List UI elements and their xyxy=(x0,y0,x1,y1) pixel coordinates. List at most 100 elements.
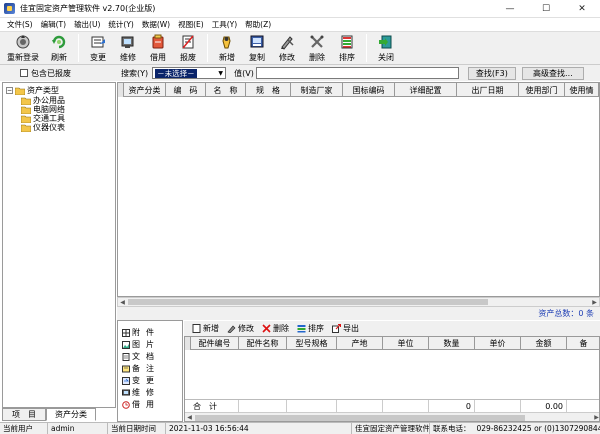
collapse-icon[interactable]: − xyxy=(6,87,13,94)
repair-icon xyxy=(122,389,130,395)
menu-statistics[interactable]: 统计(Y) xyxy=(104,19,137,30)
column-header[interactable]: 规 格 xyxy=(246,83,291,97)
menu-view[interactable]: 视图(E) xyxy=(174,19,208,30)
chevron-down-icon[interactable]: ▼ xyxy=(216,68,225,78)
asset-table-header: 资产分类 编 码 名 称 规 格 制造厂家 国标编码 详细配置 出厂日期 使用部… xyxy=(118,83,599,97)
panel-item-document[interactable]: 文档 xyxy=(122,351,154,362)
sort-label: 排序 xyxy=(339,53,355,62)
column-header[interactable]: 资产分类 xyxy=(124,83,166,97)
menu-edit[interactable]: 编辑(T) xyxy=(37,19,70,30)
scrollbar-thumb[interactable] xyxy=(195,414,525,421)
parts-toolbar: 新增 修改 删除 排序 导出 xyxy=(184,321,600,336)
advanced-find-button[interactable]: 高级查找... xyxy=(521,66,584,80)
column-header[interactable]: 金额 xyxy=(521,337,567,350)
edit-icon xyxy=(227,324,236,333)
tab-project[interactable]: 项 目 xyxy=(2,408,46,421)
scroll-right-icon[interactable]: ▶ xyxy=(592,414,599,421)
column-header[interactable]: 型号规格 xyxy=(287,337,337,350)
search-value-input[interactable] xyxy=(255,67,459,79)
status-bar: 当前用户 admin 当前日期时间 2021-11-03 16:56:44 佳宜… xyxy=(0,422,600,434)
parts-add-button[interactable]: 新增 xyxy=(192,323,219,334)
parts-delete-button[interactable]: 删除 xyxy=(262,323,289,334)
left-panel-tabs: 项 目 资产分类 xyxy=(2,408,116,422)
include-scrapped-label: 包含已报废 xyxy=(31,68,71,78)
close-button[interactable]: 关闭 xyxy=(371,32,401,64)
panel-item-notes[interactable]: 备注 xyxy=(122,363,154,374)
parts-modify-button[interactable]: 修改 xyxy=(227,323,254,334)
panel-item-change[interactable]: 变更 xyxy=(122,375,154,386)
column-header[interactable]: 单价 xyxy=(475,337,521,350)
sort-icon xyxy=(338,34,356,50)
column-header[interactable]: 名 称 xyxy=(206,83,246,97)
scroll-right-icon[interactable]: ▶ xyxy=(590,298,599,307)
asset-table-scrollbar[interactable]: ◀ ▶ xyxy=(117,297,600,307)
document-icon xyxy=(122,352,130,361)
menu-help[interactable]: 帮助(Z) xyxy=(241,19,275,30)
panel-item-picture[interactable]: 图片 xyxy=(122,339,154,350)
panel-item-repair[interactable]: 维修 xyxy=(122,387,154,398)
parts-table[interactable]: 配件编号 配件名称 型号规格 产地 单位 数量 单价 金额 备 合 计 0 0.… xyxy=(184,336,600,422)
delete-button[interactable]: 删除 xyxy=(302,32,332,64)
parts-table-scrollbar[interactable]: ◀ ▶ xyxy=(185,412,599,421)
close-label: 关闭 xyxy=(378,53,394,62)
add-icon xyxy=(218,34,236,50)
relogin-button[interactable]: 重新登录 xyxy=(2,32,44,64)
column-header[interactable]: 使用情 xyxy=(565,83,599,97)
column-header[interactable]: 国标编码 xyxy=(343,83,395,97)
search-field-select[interactable]: －未选择－ ▼ xyxy=(152,67,227,79)
tree-item-label: 仪器仪表 xyxy=(33,123,65,132)
change-button[interactable]: 变更 xyxy=(83,32,113,64)
change-label: 变更 xyxy=(90,53,106,62)
menu-file[interactable]: 文件(S) xyxy=(3,19,37,30)
attachment-panel: 附件 图片 文档 备注 变更 维修 借用 xyxy=(117,320,183,422)
parts-sort-button[interactable]: 排序 xyxy=(297,323,324,334)
tab-asset-category[interactable]: 资产分类 xyxy=(46,408,96,421)
modify-button[interactable]: 修改 xyxy=(272,32,302,64)
scrap-icon xyxy=(179,34,197,50)
borrow-button[interactable]: 借用 xyxy=(143,32,173,64)
tree-item-instruments[interactable]: 仪器仪表 xyxy=(21,122,65,133)
column-header[interactable]: 配件名称 xyxy=(239,337,287,350)
refresh-button[interactable]: 刷新 xyxy=(44,32,74,64)
scroll-left-icon[interactable]: ◀ xyxy=(118,298,127,307)
maximize-button[interactable]: ☐ xyxy=(528,0,564,18)
sort-button[interactable]: 排序 xyxy=(332,32,362,64)
parts-export-button[interactable]: 导出 xyxy=(332,323,359,334)
scrollbar-thumb[interactable] xyxy=(128,299,488,305)
app-icon xyxy=(4,3,15,14)
find-button[interactable]: 查找(F3) xyxy=(467,66,516,80)
copy-button[interactable]: 复制 xyxy=(242,32,272,64)
add-button[interactable]: 新增 xyxy=(212,32,242,64)
column-header[interactable]: 制造厂家 xyxy=(291,83,343,97)
close-window-button[interactable]: ✕ xyxy=(564,0,600,18)
column-header[interactable]: 编 码 xyxy=(166,83,206,97)
toolbar-separator xyxy=(207,34,208,62)
column-header[interactable]: 单位 xyxy=(383,337,429,350)
asset-table[interactable]: 资产分类 编 码 名 称 规 格 制造厂家 国标编码 详细配置 出厂日期 使用部… xyxy=(117,82,600,297)
column-header[interactable]: 配件编号 xyxy=(191,337,239,350)
modify-icon xyxy=(278,34,296,50)
panel-item-attachment[interactable]: 附件 xyxy=(122,327,154,338)
column-header[interactable]: 使用部门 xyxy=(519,83,565,97)
title-bar: 佳宜固定资产管理软件 v2.70(企业版) — ☐ ✕ xyxy=(0,0,600,18)
column-header[interactable]: 数量 xyxy=(429,337,475,350)
scrap-button[interactable]: 报废 xyxy=(173,32,203,64)
repair-button[interactable]: 维修 xyxy=(113,32,143,64)
relogin-label: 重新登录 xyxy=(7,53,39,62)
export-icon xyxy=(332,324,341,333)
column-header[interactable]: 产地 xyxy=(337,337,383,350)
include-scrapped-checkbox[interactable] xyxy=(20,69,28,77)
panel-item-borrow[interactable]: 借用 xyxy=(122,399,154,410)
column-header[interactable]: 备 xyxy=(567,337,599,350)
picture-icon xyxy=(122,340,130,349)
column-header[interactable]: 出厂日期 xyxy=(457,83,519,97)
borrow-icon xyxy=(122,400,130,409)
menu-data[interactable]: 数据(W) xyxy=(138,19,174,30)
menu-tools[interactable]: 工具(Y) xyxy=(208,19,241,30)
toolbar-separator xyxy=(366,34,367,62)
scroll-left-icon[interactable]: ◀ xyxy=(185,414,194,421)
column-header[interactable]: 详细配置 xyxy=(395,83,457,97)
copy-label: 复制 xyxy=(249,53,265,62)
menu-output[interactable]: 输出(U) xyxy=(70,19,104,30)
minimize-button[interactable]: — xyxy=(492,0,528,18)
